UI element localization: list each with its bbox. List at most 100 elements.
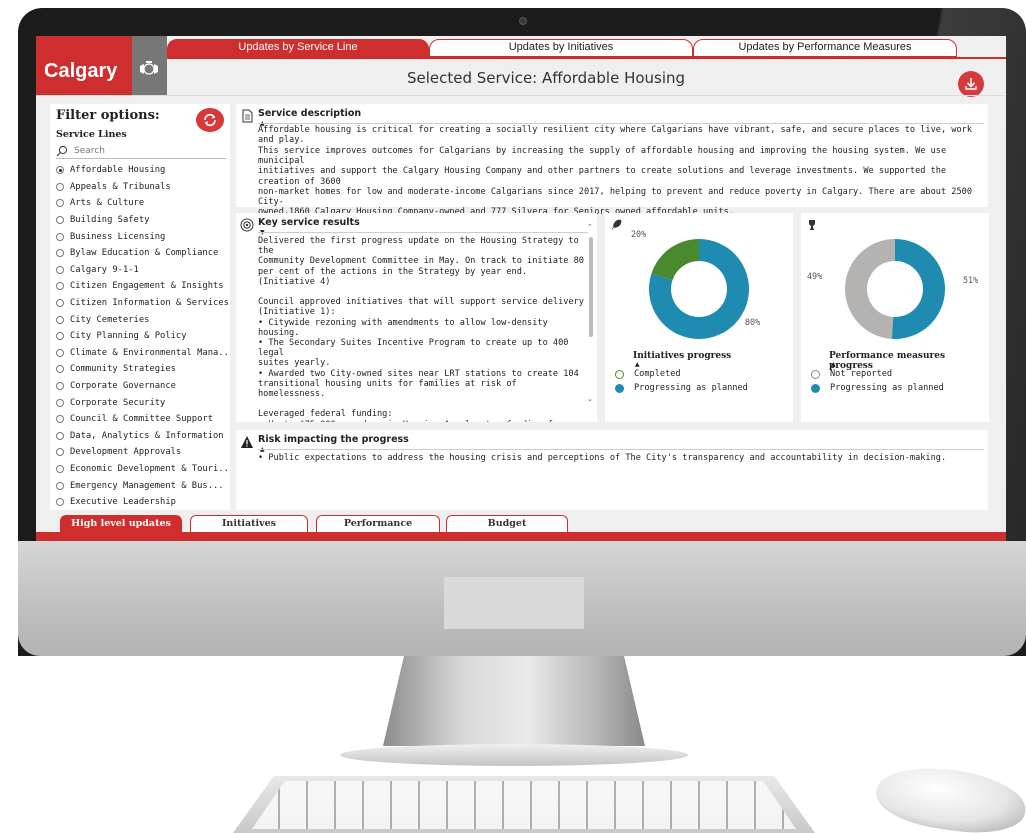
radio[interactable] (56, 332, 64, 341)
camera (519, 17, 527, 25)
service-line-item[interactable]: Bylaw Education & Compliance (56, 245, 228, 262)
service-line-label: Corporate Governance (70, 381, 176, 392)
service-description-title: Service description (258, 108, 362, 119)
radio[interactable] (56, 365, 64, 374)
service-line-item[interactable]: Affordable Housing (56, 162, 228, 179)
radio[interactable] (56, 498, 64, 507)
key-service-results-panel: Key service results ▼ Delivered the firs… (236, 213, 597, 422)
radio[interactable] (56, 431, 64, 440)
service-line-label: Affordable Housing (70, 165, 166, 176)
radio[interactable] (56, 348, 64, 357)
tab-updates-by-initiatives[interactable]: Updates by Initiatives (429, 39, 693, 57)
tab-updates-by-service-line[interactable]: Updates by Service Line (167, 39, 429, 57)
service-line-item[interactable]: Climate & Environmental Mana... (56, 345, 228, 362)
service-line-item[interactable]: City Planning & Policy (56, 328, 228, 345)
service-line-label: Emergency Management & Bus... (70, 480, 224, 491)
service-line-item[interactable]: Community Strategies (56, 361, 228, 378)
donut-slice-not-reported[interactable] (845, 239, 895, 339)
tab-performance-measures[interactable]: Performance measures (316, 515, 440, 541)
document-icon (242, 109, 253, 123)
radio[interactable] (56, 398, 64, 407)
legend-completed[interactable]: Completed (615, 369, 681, 379)
performance-donut-chart (845, 239, 946, 339)
caret-up-icon: ▲ (831, 361, 836, 368)
service-line-item[interactable]: Citizen Engagement & Insights (56, 278, 228, 295)
radio[interactable] (56, 182, 64, 191)
scroll-thumb[interactable] (589, 237, 593, 337)
service-line-label: Building Safety (70, 215, 150, 226)
key-results-scrollbar[interactable]: ⌃ ⌄ (587, 223, 594, 405)
service-line-item[interactable]: Development Approvals (56, 444, 228, 461)
service-line-label: Citizen Information & Services (70, 298, 228, 309)
service-line-item[interactable]: Council & Committee Support (56, 411, 228, 428)
service-line-item[interactable]: Building Safety (56, 212, 228, 229)
caret-up-icon: ▲ (635, 361, 640, 368)
filter-sidebar: Filter options: Service Lines Affordable… (50, 104, 230, 510)
filter-title: Filter options: (56, 108, 160, 123)
logo-text: Calgary (44, 60, 118, 82)
radio[interactable] (56, 249, 64, 258)
service-line-item[interactable]: Arts & Culture (56, 195, 228, 212)
slice-label-completed: 20% (631, 229, 647, 239)
legend-not-reported[interactable]: Not reported (811, 369, 892, 379)
radio[interactable] (56, 232, 64, 241)
calgary-logo[interactable]: Calgary (36, 36, 132, 95)
radio[interactable] (56, 464, 64, 473)
donut-slice-progressing-as-planned[interactable] (891, 239, 946, 339)
service-line-item[interactable]: Calgary 9-1-1 (56, 262, 228, 279)
initiatives-chart-title: Initiatives progress (633, 351, 732, 361)
service-description-text-1: Affordable housing is critical for creat… (258, 125, 978, 146)
service-line-label: Economic Development & Touri... (70, 463, 228, 474)
service-line-label: Bylaw Education & Compliance (70, 248, 219, 259)
radio[interactable] (56, 265, 64, 274)
service-line-item[interactable]: City Cemeteries (56, 311, 228, 328)
radio-selected[interactable] (56, 166, 64, 175)
download-button[interactable] (958, 71, 984, 97)
service-line-list: Affordable Housing Appeals & Tribunals A… (56, 162, 228, 510)
radio[interactable] (56, 481, 64, 490)
service-line-item[interactable]: Emergency Management & Bus... (56, 477, 228, 494)
radio[interactable] (56, 282, 64, 291)
service-line-item[interactable]: Executive Leadership (56, 494, 228, 511)
header-divider (36, 95, 1006, 96)
service-line-item[interactable]: Data, Analytics & Information ... (56, 428, 228, 445)
panel-divider (258, 449, 984, 450)
legend-progressing[interactable]: Progressing as planned (811, 383, 944, 393)
scroll-up-icon[interactable]: ⌃ (587, 223, 593, 231)
search-input[interactable] (74, 144, 224, 158)
reset-filters-button[interactable] (196, 108, 224, 132)
radio[interactable] (56, 216, 64, 225)
service-line-label: Corporate Security (70, 397, 166, 408)
tab-initiatives[interactable]: Initiatives (190, 515, 308, 533)
donut-slice-completed[interactable] (651, 239, 699, 281)
mouse (872, 759, 1026, 833)
tab-high-level-updates[interactable]: High level updates (60, 515, 182, 533)
radio[interactable] (56, 315, 64, 324)
monitor-base (340, 744, 688, 766)
footer-bar (36, 532, 1006, 541)
bottom-tabs: High level updates Initiatives Performan… (60, 515, 580, 541)
slice-label-progressing: 80% (745, 317, 761, 327)
slice-label-not-reported: 49% (807, 271, 823, 281)
service-line-label: Council & Committee Support (70, 414, 213, 425)
initiatives-progress-panel: 20% 80% Initiatives progress ▲ Completed… (605, 213, 793, 422)
tab-updates-by-performance-measures[interactable]: Updates by Performance Measures (693, 39, 957, 57)
service-line-item[interactable]: Appeals & Tribunals (56, 179, 228, 196)
service-line-item[interactable]: Corporate Security (56, 394, 228, 411)
legend-progressing[interactable]: Progressing as planned (615, 383, 748, 393)
radio[interactable] (56, 415, 64, 424)
service-line-item[interactable]: Economic Development & Touri... (56, 461, 228, 478)
city-crest-icon (140, 61, 158, 75)
service-line-item[interactable]: Business Licensing (56, 228, 228, 245)
radio[interactable] (56, 382, 64, 391)
panel-divider (258, 123, 984, 124)
service-line-item[interactable]: Corporate Governance (56, 378, 228, 395)
panel-divider (258, 232, 588, 233)
tab-budget[interactable]: Budget (446, 515, 568, 533)
progress-icon (615, 383, 624, 393)
radio[interactable] (56, 199, 64, 208)
scroll-down-icon[interactable]: ⌄ (587, 395, 593, 403)
service-line-item[interactable]: Citizen Information & Services (56, 295, 228, 312)
radio[interactable] (56, 299, 64, 308)
radio[interactable] (56, 448, 64, 457)
